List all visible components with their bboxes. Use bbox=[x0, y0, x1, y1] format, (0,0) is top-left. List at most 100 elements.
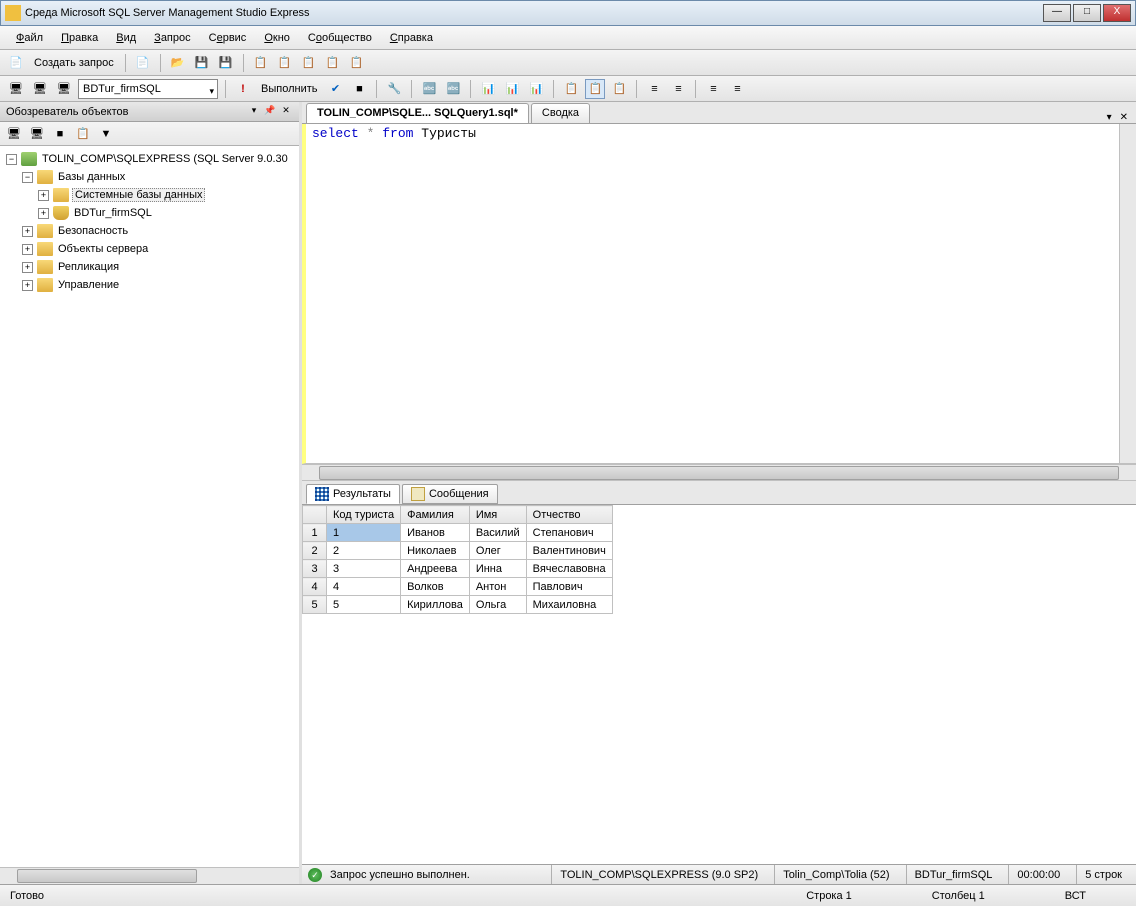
tool-g-icon[interactable]: 📋 bbox=[585, 79, 605, 99]
cell-id[interactable]: 5 bbox=[327, 596, 401, 614]
expand-icon[interactable]: + bbox=[22, 280, 33, 291]
panel-dropdown-icon[interactable]: ▾ bbox=[247, 105, 261, 119]
row-number[interactable]: 3 bbox=[303, 560, 327, 578]
tree-security-node[interactable]: + Безопасность bbox=[0, 222, 299, 240]
new-query-button[interactable]: Создать запрос bbox=[30, 55, 118, 71]
object-explorer-tree[interactable]: − TOLIN_COMP\SQLEXPRESS (SQL Server 9.0.… bbox=[0, 146, 299, 867]
save-icon[interactable]: 💾 bbox=[192, 53, 212, 73]
save-all-icon[interactable]: 💾 bbox=[216, 53, 236, 73]
sidebar-hscrollbar[interactable] bbox=[0, 867, 299, 884]
results-grid-area[interactable]: Код туриста Фамилия Имя Отчество 11Ивано… bbox=[302, 505, 1136, 864]
tree-server-node[interactable]: − TOLIN_COMP\SQLEXPRESS (SQL Server 9.0.… bbox=[0, 150, 299, 168]
tool-d-icon[interactable]: 📊 bbox=[502, 79, 522, 99]
cell-lastname[interactable]: Кириллова bbox=[401, 596, 470, 614]
sql-editor[interactable]: select * from Туристы bbox=[302, 124, 1136, 464]
cell-firstname[interactable]: Антон bbox=[469, 578, 526, 596]
grid-corner[interactable] bbox=[303, 506, 327, 524]
tab-query-file[interactable]: TOLIN_COMP\SQLE... SQLQuery1.sql* bbox=[306, 103, 529, 123]
parse-icon[interactable]: ✔ bbox=[325, 79, 345, 99]
tool-h-icon[interactable]: 📋 bbox=[609, 79, 629, 99]
col-header-patronymic[interactable]: Отчество bbox=[526, 506, 612, 524]
expand-icon[interactable]: + bbox=[22, 226, 33, 237]
table-row[interactable]: 55КирилловаОльгаМихаиловна bbox=[303, 596, 613, 614]
oe-stop-icon[interactable]: ■ bbox=[50, 124, 70, 144]
row-number[interactable]: 5 bbox=[303, 596, 327, 614]
cancel-exec-icon[interactable]: ■ bbox=[349, 79, 369, 99]
editor-vscrollbar[interactable] bbox=[1119, 124, 1136, 463]
row-number[interactable]: 1 bbox=[303, 524, 327, 542]
uncomment-icon[interactable]: ≡ bbox=[727, 79, 747, 99]
menu-view[interactable]: Вид bbox=[108, 29, 144, 47]
menu-edit[interactable]: Правка bbox=[53, 29, 106, 47]
tool-e-icon[interactable]: 📊 bbox=[526, 79, 546, 99]
table-row[interactable]: 22НиколаевОлегВалентинович bbox=[303, 542, 613, 560]
expand-icon[interactable]: + bbox=[38, 208, 49, 219]
tab-messages[interactable]: Сообщения bbox=[402, 484, 498, 504]
oe-connect-icon[interactable]: 🖥 bbox=[4, 124, 24, 144]
tool-icon-3[interactable]: 📋 bbox=[299, 53, 319, 73]
editor-hscrollbar[interactable] bbox=[302, 464, 1136, 481]
panel-close-icon[interactable]: ✕ bbox=[279, 105, 293, 119]
execute-button[interactable]: Выполнить bbox=[257, 81, 321, 97]
cell-firstname[interactable]: Олег bbox=[469, 542, 526, 560]
menu-community[interactable]: Сообщество bbox=[300, 29, 380, 47]
cell-patronymic[interactable]: Вячеславовна bbox=[526, 560, 612, 578]
tab-dropdown-icon[interactable]: ▾ bbox=[1103, 112, 1116, 123]
execute-exclaim-icon[interactable]: ! bbox=[233, 79, 253, 99]
new-file-icon[interactable]: 📄 bbox=[133, 53, 153, 73]
expand-icon[interactable]: + bbox=[22, 262, 33, 273]
new-query-icon[interactable]: 📄 bbox=[6, 53, 26, 73]
cell-patronymic[interactable]: Михаиловна bbox=[526, 596, 612, 614]
connect-icon[interactable]: 🖥 bbox=[6, 79, 26, 99]
expand-icon[interactable]: + bbox=[22, 244, 33, 255]
tab-close-icon[interactable]: ✕ bbox=[1116, 112, 1132, 123]
cell-id[interactable]: 2 bbox=[327, 542, 401, 560]
tool-icon-1[interactable]: 📋 bbox=[251, 53, 271, 73]
tool-b-icon[interactable]: 🔤 bbox=[443, 79, 463, 99]
tool-c-icon[interactable]: 📊 bbox=[478, 79, 498, 99]
cell-lastname[interactable]: Иванов bbox=[401, 524, 470, 542]
tree-replication-node[interactable]: + Репликация bbox=[0, 258, 299, 276]
menu-window[interactable]: Окно bbox=[256, 29, 298, 47]
cell-firstname[interactable]: Инна bbox=[469, 560, 526, 578]
indent-icon[interactable]: ≡ bbox=[644, 79, 664, 99]
cell-patronymic[interactable]: Степанович bbox=[526, 524, 612, 542]
row-number[interactable]: 4 bbox=[303, 578, 327, 596]
tool-f-icon[interactable]: 📋 bbox=[561, 79, 581, 99]
cell-id[interactable]: 3 bbox=[327, 560, 401, 578]
tool-icon-2[interactable]: 📋 bbox=[275, 53, 295, 73]
cell-patronymic[interactable]: Павлович bbox=[526, 578, 612, 596]
cell-lastname[interactable]: Николаев bbox=[401, 542, 470, 560]
table-row[interactable]: 33АндрееваИннаВячеславовна bbox=[303, 560, 613, 578]
cell-lastname[interactable]: Волков bbox=[401, 578, 470, 596]
expand-icon[interactable]: + bbox=[38, 190, 49, 201]
tool-a-icon[interactable]: 🔤 bbox=[419, 79, 439, 99]
menu-help[interactable]: Справка bbox=[382, 29, 441, 47]
tool-icon-4[interactable]: 📋 bbox=[323, 53, 343, 73]
debug-icon[interactable]: 🔧 bbox=[384, 79, 404, 99]
tree-serverobj-node[interactable]: + Объекты сервера bbox=[0, 240, 299, 258]
row-number[interactable]: 2 bbox=[303, 542, 327, 560]
cell-firstname[interactable]: Ольга bbox=[469, 596, 526, 614]
menu-query[interactable]: Запрос bbox=[146, 29, 198, 47]
minimize-button[interactable]: — bbox=[1043, 4, 1071, 22]
tree-databases-node[interactable]: − Базы данных bbox=[0, 168, 299, 186]
database-combo[interactable]: BDTur_firmSQL bbox=[78, 79, 218, 99]
col-header-id[interactable]: Код туриста bbox=[327, 506, 401, 524]
tool-icon-5[interactable]: 📋 bbox=[347, 53, 367, 73]
disconnect-icon[interactable]: 🖥 bbox=[30, 79, 50, 99]
results-grid[interactable]: Код туриста Фамилия Имя Отчество 11Ивано… bbox=[302, 505, 613, 614]
outdent-icon[interactable]: ≡ bbox=[668, 79, 688, 99]
oe-filter-icon[interactable]: ▼ bbox=[96, 124, 116, 144]
table-row[interactable]: 11ИвановВасилийСтепанович bbox=[303, 524, 613, 542]
oe-disconnect-icon[interactable]: 🖥 bbox=[27, 124, 47, 144]
menu-file[interactable]: Файл bbox=[8, 29, 51, 47]
cell-firstname[interactable]: Василий bbox=[469, 524, 526, 542]
tab-summary[interactable]: Сводка bbox=[531, 103, 590, 123]
open-icon[interactable]: 📂 bbox=[168, 53, 188, 73]
maximize-button[interactable]: □ bbox=[1073, 4, 1101, 22]
table-row[interactable]: 44ВолковАнтонПавлович bbox=[303, 578, 613, 596]
col-header-firstname[interactable]: Имя bbox=[469, 506, 526, 524]
expand-icon[interactable]: − bbox=[22, 172, 33, 183]
tree-management-node[interactable]: + Управление bbox=[0, 276, 299, 294]
